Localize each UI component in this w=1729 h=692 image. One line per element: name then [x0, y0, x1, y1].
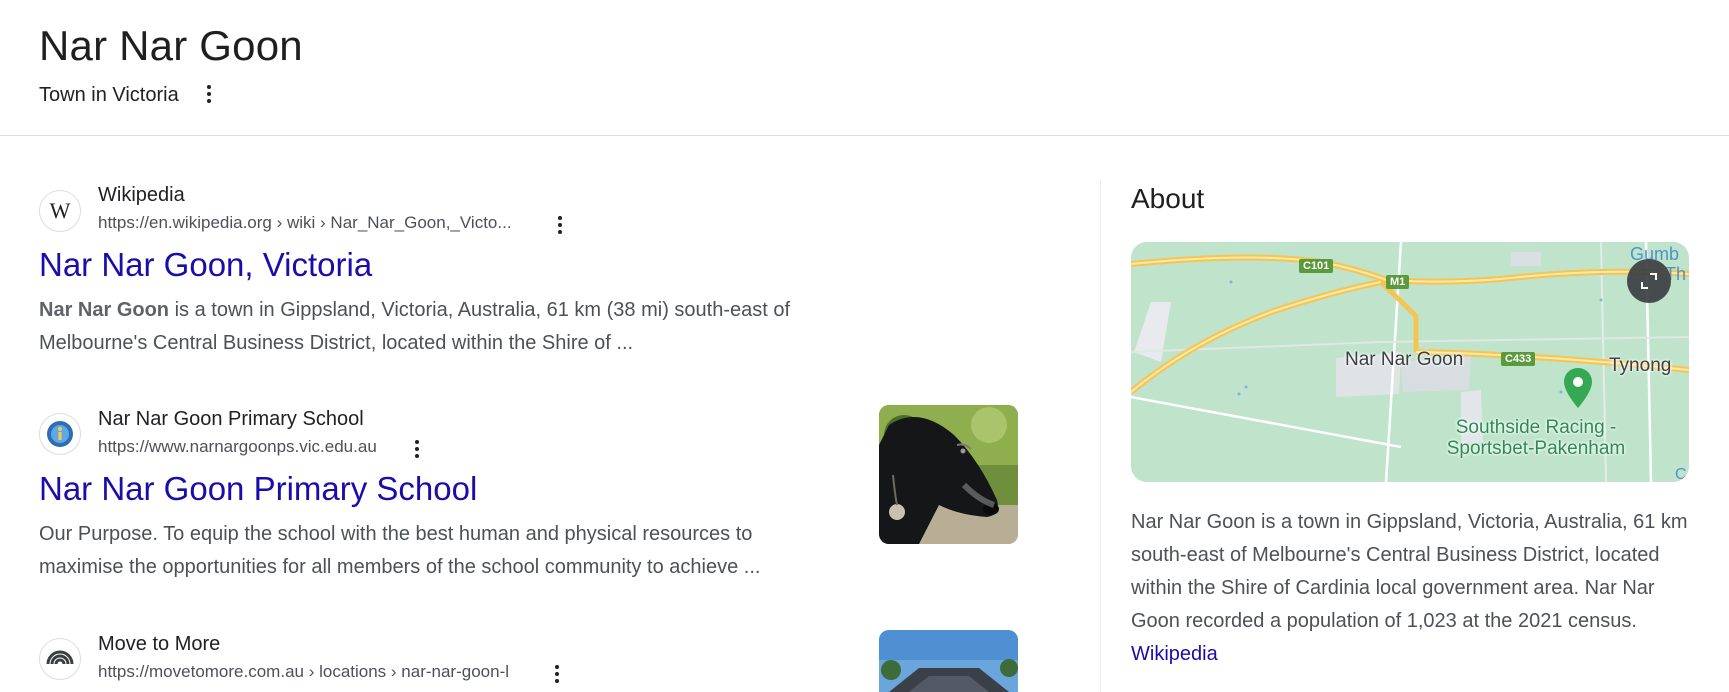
location-map[interactable]: C101 M1 C433 Nar Nar Goon Tynong Gumb Th…: [1131, 242, 1689, 482]
road-shield-m1: M1: [1386, 275, 1410, 289]
result-url[interactable]: https://movetomore.com.au › locations › …: [98, 662, 509, 682]
result-url[interactable]: https://www.narnargoonps.vic.edu.au: [98, 437, 377, 457]
map-poi-label: Southside Racing - Sportsbet-Pakenham: [1411, 417, 1661, 459]
panel-divider: [1100, 180, 1101, 692]
road-shield-c101: C101: [1299, 259, 1334, 273]
map-edge-label-3: C: [1675, 466, 1687, 482]
snippet-bold: Nar Nar Goon: [39, 299, 170, 321]
result-site-name[interactable]: Nar Nar Goon Primary School: [98, 408, 364, 431]
result-snippet: Our Purpose. To equip the school with th…: [39, 523, 761, 578]
map-pin-icon[interactable]: [1564, 368, 1592, 413]
about-description-text: Nar Nar Goon is a town in Gippsland, Vic…: [1131, 511, 1688, 632]
result-site-name[interactable]: Wikipedia: [98, 184, 185, 207]
result-title-link[interactable]: Nar Nar Goon, Victoria: [39, 246, 372, 284]
more-options-icon[interactable]: [202, 83, 216, 105]
move-to-more-logo-icon[interactable]: [39, 638, 81, 680]
building-photo[interactable]: [879, 630, 1018, 692]
result-more-icon[interactable]: [410, 438, 424, 460]
map-poi-line-2: Sportsbet-Pakenham: [1446, 438, 1626, 459]
result-title-link[interactable]: Nar Nar Goon Primary School: [39, 470, 477, 508]
wikipedia-logo-icon[interactable]: W: [39, 190, 81, 232]
search-result-movetomore: Move to More https://movetomore.com.au ›…: [39, 630, 1019, 692]
result-more-icon[interactable]: [550, 663, 564, 685]
source-link-wikipedia[interactable]: Wikipedia: [1131, 643, 1218, 665]
map-place-label: Nar Nar Goon: [1345, 349, 1464, 370]
entity-subtitle: Town in Victoria: [39, 84, 179, 106]
about-heading: About: [1131, 183, 1205, 214]
result-more-icon[interactable]: [553, 214, 567, 236]
greyhound-photo[interactable]: [879, 405, 1018, 544]
search-result-school: Nar Nar Goon Primary School https://www.…: [39, 405, 1019, 585]
school-badge-icon[interactable]: [39, 413, 81, 455]
search-result-wikipedia: W Wikipedia https://en.wikipedia.org › w…: [39, 180, 1019, 354]
result-url[interactable]: https://en.wikipedia.org › wiki › Nar_Na…: [98, 213, 512, 233]
page-title: Nar Nar Goon: [39, 22, 303, 69]
road-shield-c433: C433: [1501, 352, 1536, 366]
knowledge-panel-header: Nar Nar Goon Town in Victoria: [0, 0, 1729, 136]
map-poi-line-1: Southside Racing -: [1455, 417, 1617, 438]
expand-icon[interactable]: [1627, 259, 1671, 303]
map-nearby-label: Tynong: [1609, 355, 1672, 376]
result-site-name[interactable]: Move to More: [98, 633, 220, 656]
about-description: Nar Nar Goon is a town in Gippsland, Vic…: [1131, 506, 1701, 671]
result-snippet: Nar Nar Goon is a town in Gippsland, Vic…: [39, 294, 899, 360]
